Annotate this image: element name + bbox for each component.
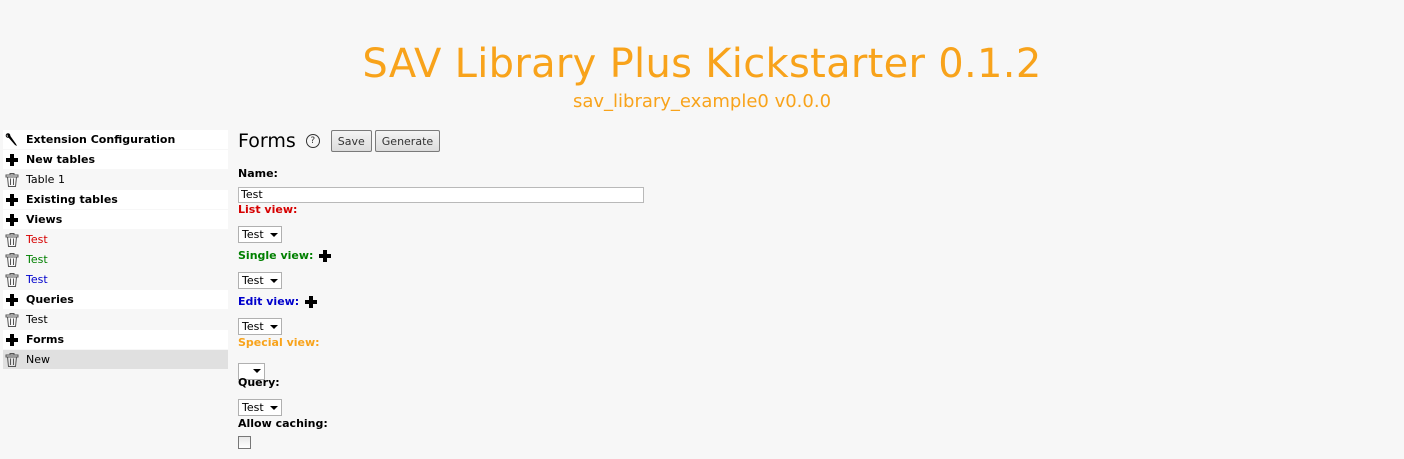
list-view-select-value: Test [242,228,264,241]
sidebar-item-label: Forms [26,333,65,346]
single-view-select[interactable]: Test [238,272,282,289]
sidebar-item-forms[interactable]: Forms [3,330,228,349]
query-label: Query: [238,376,280,389]
sidebar-item-label: Test [26,253,48,266]
chevron-down-icon [269,324,278,329]
add-edit-view-plus-icon[interactable] [305,296,318,308]
sidebar-item-label: New tables [26,153,95,166]
sidebar-item-views[interactable]: Views [3,210,228,229]
form-panel: Forms ? Save Generate Name: List view: T… [238,128,838,449]
edit-view-label: Edit view: [238,295,300,308]
wrench-icon [4,132,20,148]
list-view-select[interactable]: Test [238,226,282,243]
sidebar-item-form-new[interactable]: New [3,350,228,369]
plus-icon [4,192,20,208]
save-button[interactable]: Save [330,130,372,152]
sidebar-item-edit-view-test[interactable]: Test [3,270,228,289]
sidebar-item-label: Test [26,233,48,246]
trash-icon[interactable] [4,172,20,188]
plus-icon [4,152,20,168]
sidebar-item-label: Existing tables [26,193,118,206]
trash-icon[interactable] [4,352,20,368]
extension-subtitle: sav_library_example0 v0.0.0 [572,91,832,112]
sidebar-item-query-test[interactable]: Test [3,310,228,329]
sidebar-item-label: Queries [26,293,74,306]
query-select[interactable]: Test [238,399,282,416]
page-header: SAV Library Plus Kickstarter 0.1.2 sav_l… [0,38,1404,114]
sidebar-item-label: Test [26,273,48,286]
sidebar-item-queries[interactable]: Queries [3,290,228,309]
generate-button[interactable]: Generate [374,130,441,152]
trash-icon[interactable] [4,252,20,268]
query-select-value: Test [242,401,264,414]
trash-icon[interactable] [4,272,20,288]
page-title: Forms [238,130,296,152]
single-view-select-value: Test [242,274,264,287]
chevron-down-icon [269,278,278,283]
trash-icon[interactable] [4,312,20,328]
plus-icon [4,212,20,228]
allow-caching-label: Allow caching: [238,417,328,430]
chevron-down-icon [269,405,278,410]
single-view-label: Single view: [238,249,314,262]
app-title: SAV Library Plus Kickstarter 0.1.2 [362,41,1042,87]
help-icon[interactable]: ? [305,134,320,148]
edit-view-select[interactable]: Test [238,318,282,335]
sidebar-item-table-1[interactable]: Table 1 [3,170,228,189]
sidebar-item-extension-configuration[interactable]: Extension Configuration [3,130,228,149]
chevron-down-icon [269,232,278,237]
name-field[interactable] [238,186,644,203]
list-view-label: List view: [238,203,298,216]
name-label: Name: [238,167,278,180]
sidebar: Extension Configuration New tables Table… [3,130,228,370]
sidebar-item-label: Table 1 [26,173,65,186]
sidebar-item-list-view-test[interactable]: Test [3,230,228,249]
allow-caching-checkbox[interactable] [238,436,251,449]
sidebar-item-label: New [26,353,50,366]
edit-view-select-value: Test [242,320,264,333]
sidebar-item-label: Extension Configuration [26,133,176,146]
sidebar-item-new-tables[interactable]: New tables [3,150,228,169]
plus-icon [4,292,20,308]
chevron-down-icon [253,369,261,373]
sidebar-item-label: Views [26,213,63,226]
plus-icon [4,332,20,348]
form-header: Forms ? Save Generate [238,128,838,154]
add-single-view-plus-icon[interactable] [319,250,332,262]
trash-icon[interactable] [4,232,20,248]
sidebar-item-single-view-test[interactable]: Test [3,250,228,269]
sidebar-item-label: Test [26,313,48,326]
sidebar-item-existing-tables[interactable]: Existing tables [3,190,228,209]
special-view-label: Special view: [238,336,320,349]
